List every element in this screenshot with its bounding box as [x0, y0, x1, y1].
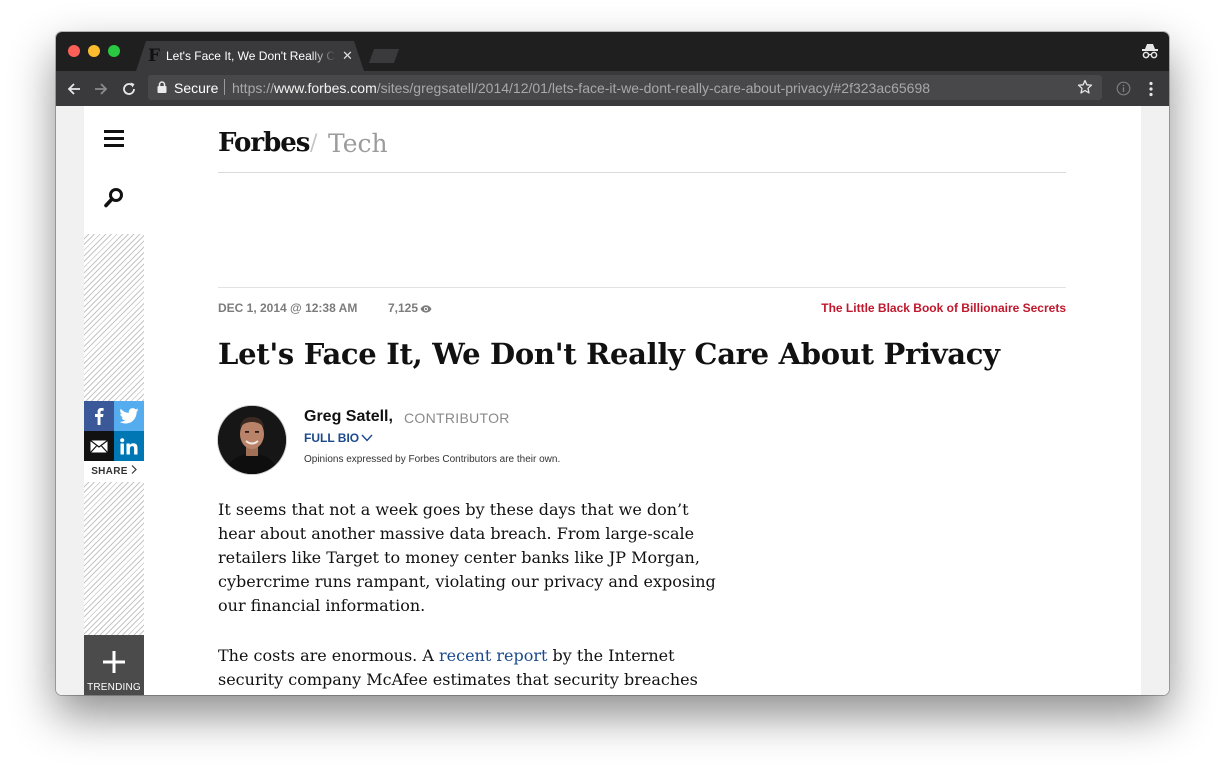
- tab-active[interactable]: F Let's Face It, We Don't Really Care Ab…: [136, 41, 364, 71]
- star-icon[interactable]: [1077, 79, 1093, 95]
- secure-label: Secure: [174, 80, 219, 96]
- more-menu-icon[interactable]: [1138, 71, 1164, 106]
- eye-icon: [420, 305, 432, 313]
- rail-hatch-bottom: [84, 482, 144, 635]
- share-label: SHARE: [91, 466, 128, 477]
- share-button[interactable]: SHARE: [84, 462, 144, 482]
- paragraph-2-text-start: The costs are enormous. A: [218, 646, 439, 665]
- twitter-share-icon[interactable]: [114, 401, 144, 431]
- url-host: www.forbes.com: [274, 80, 377, 96]
- ad-slot-divider: [218, 287, 1066, 288]
- recent-report-link[interactable]: recent report: [439, 646, 547, 665]
- full-bio-label: FULL BIO: [304, 431, 360, 445]
- url-scheme: https://: [232, 80, 275, 96]
- page-viewport: SHARE TRENDING Forbes / Tech DEC 1, 2014…: [56, 106, 1169, 695]
- address-separator: [224, 79, 225, 95]
- forward-arrow-icon[interactable]: [88, 71, 114, 106]
- author-role: CONTRIBUTOR: [404, 410, 510, 426]
- incognito-icon: [1141, 42, 1159, 60]
- minimize-window-button[interactable]: [88, 45, 100, 57]
- tab-close-icon[interactable]: ✕: [342, 48, 353, 64]
- close-window-button[interactable]: [68, 45, 80, 57]
- linkedin-share-icon[interactable]: [114, 431, 144, 461]
- hamburger-menu-icon[interactable]: [104, 130, 124, 148]
- author-avatar[interactable]: [218, 406, 286, 474]
- full-bio-toggle[interactable]: FULL BIO: [304, 431, 373, 445]
- search-icon[interactable]: [102, 186, 126, 210]
- article-paragraph-1: It seems that not a week goes by these d…: [218, 500, 716, 615]
- article-paragraph-2: The costs are enormous. A recent report …: [218, 644, 728, 695]
- url-text[interactable]: https://www.forbes.com/sites/gregsatell/…: [232, 80, 930, 96]
- facebook-share-icon[interactable]: [84, 401, 114, 431]
- section-link-tech[interactable]: Tech: [328, 129, 388, 158]
- forbes-logo[interactable]: Forbes: [218, 128, 310, 158]
- url-path: /sites/gregsatell/2014/12/01/lets-face-i…: [376, 80, 931, 96]
- zoom-window-button[interactable]: [108, 45, 120, 57]
- plus-icon: [103, 651, 125, 673]
- article-date: DEC 1, 2014 @ 12:38 AM: [218, 301, 358, 315]
- browser-window: F Let's Face It, We Don't Really Care Ab…: [56, 32, 1169, 695]
- masthead: Forbes / Tech: [218, 126, 1066, 173]
- address-bar[interactable]: Secure https://www.forbes.com/sites/greg…: [148, 75, 1102, 100]
- lock-icon: [157, 81, 167, 93]
- rail-hatch-top: [84, 234, 144, 401]
- author-name-text: Greg Satell: [304, 408, 389, 425]
- contributor-disclaimer: Opinions expressed by Forbes Contributor…: [304, 454, 561, 465]
- tab-strip: F Let's Face It, We Don't Really Care Ab…: [56, 32, 1169, 71]
- masthead-separator: /: [310, 131, 318, 156]
- author-name[interactable]: Greg Satell,: [304, 408, 393, 426]
- email-share-icon[interactable]: [84, 431, 114, 461]
- view-count: 7,125: [388, 301, 432, 315]
- chevron-right-icon: [131, 465, 137, 474]
- promo-link[interactable]: The Little Black Book of Billionaire Sec…: [821, 301, 1066, 315]
- back-arrow-icon[interactable]: [61, 71, 87, 106]
- browser-toolbar: Secure https://www.forbes.com/sites/greg…: [56, 71, 1169, 106]
- article-headline: Let's Face It, We Don't Really Care Abou…: [218, 337, 1000, 371]
- info-icon[interactable]: [1110, 71, 1136, 106]
- page-content: SHARE TRENDING Forbes / Tech DEC 1, 2014…: [84, 106, 1141, 695]
- trending-button[interactable]: TRENDING: [84, 635, 144, 695]
- trending-label: TRENDING: [87, 682, 141, 693]
- new-tab-button[interactable]: [369, 49, 399, 63]
- chevron-down-icon: [361, 434, 373, 442]
- reload-icon[interactable]: [116, 71, 142, 106]
- view-count-value: 7,125: [388, 301, 419, 315]
- forbes-favicon-icon: F: [148, 46, 161, 66]
- tab-title: Let's Face It, We Don't Really Care Abou…: [166, 49, 336, 63]
- left-rail: SHARE TRENDING: [84, 106, 144, 695]
